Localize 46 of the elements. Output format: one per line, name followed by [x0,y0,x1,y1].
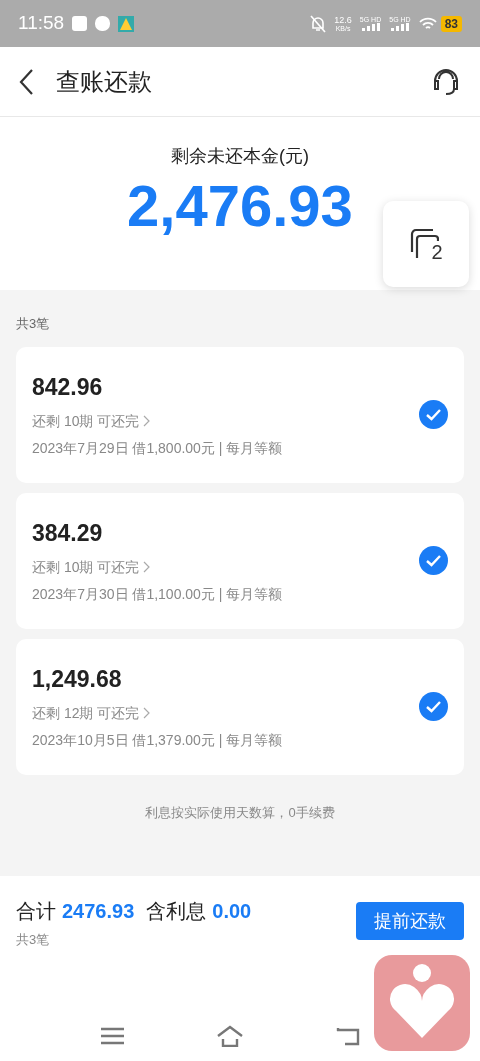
interest-note: 利息按实际使用天数算，0手续费 [144,803,336,822]
loan-detail: 2023年10月5日 借1,379.00元 | 每月等额 [32,730,284,750]
interest-label: 含利息 [146,899,207,924]
loan-detail: 2023年7月30日 借1,100.00元 | 每月等额 [32,584,284,604]
total-amount: 2476.93 [62,899,135,924]
loan-amount: 842.96 [32,373,104,403]
mute-icon [310,14,327,33]
checkbox[interactable] [419,546,448,575]
footer-count: 共3笔 [16,931,51,949]
loan-card[interactable]: 842.96 还剩 10期 可还完 2023年7月29日 借1,800.00元 | 每月等额 [16,346,464,483]
loan-amount: 1,249.68 [32,665,123,695]
remaining-terms: 还剩 12期 可还完 [32,703,140,723]
battery-indicator: 83 [440,15,462,32]
interest-amount: 0.00 [212,899,252,924]
app-notification-icon [95,16,111,31]
chevron-right-icon [143,561,152,574]
stack-icon [409,228,440,260]
back-icon[interactable] [18,67,34,96]
network-speed: 12.6 [334,15,352,25]
chevron-right-icon [143,707,152,720]
chevron-right-icon [143,415,152,428]
total-label: 合计 [16,899,56,924]
menu-icon[interactable] [100,1027,124,1045]
prepay-button[interactable]: 提前还款 [356,902,464,940]
app-notification-icon [118,15,135,32]
loan-card[interactable]: 1,249.68 还剩 12期 可还完 2023年10月5日 借1,379.00元 | 每月等额 [16,638,464,775]
stack-count: 2 [431,240,443,265]
loan-card[interactable]: 384.29 还剩 10期 可还完 2023年7月30日 借1,100.00元 | 每月等额 [16,492,464,629]
remaining-terms: 还剩 10期 可还完 [32,411,140,431]
page-title: 查账还款 [56,66,152,97]
wifi-icon [418,16,437,31]
remaining-principal-label: 剩余未还本金(元) [171,145,309,168]
remaining-terms: 还剩 10期 可还完 [32,557,140,577]
signal-icon [390,23,409,31]
loan-amount: 384.29 [32,519,104,549]
home-icon[interactable] [215,1025,244,1047]
checkbox[interactable] [419,400,448,429]
signal-icon [361,23,380,31]
loan-detail: 2023年7月29日 借1,800.00元 | 每月等额 [32,438,284,458]
loan-count: 共3笔 [16,315,51,333]
remaining-principal-amount: 2,476.93 [127,172,353,240]
checkbox[interactable] [419,692,448,721]
stack-button[interactable]: 2 [383,201,469,287]
clock: 11:58 [18,11,65,36]
back-nav-icon[interactable] [335,1026,360,1046]
app-notification-icon [72,16,88,31]
